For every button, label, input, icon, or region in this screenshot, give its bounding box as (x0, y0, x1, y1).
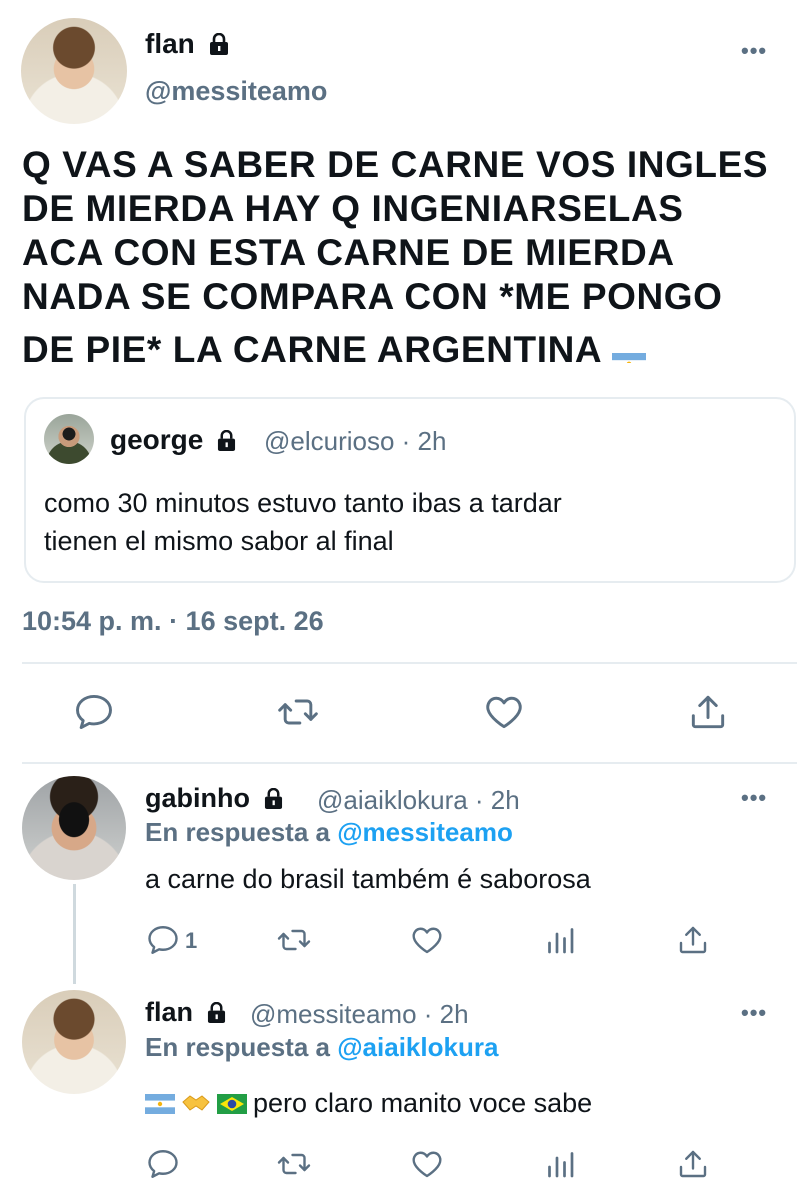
reply-author-avatar[interactable] (22, 990, 126, 1094)
author-name-text: flan (145, 28, 195, 59)
reply-context-prefix: En respuesta a (145, 1032, 338, 1062)
reply-text: pero claro manito voce sabe (145, 1088, 592, 1119)
quote-text: como 30 minutos estuvo tanto ibas a tard… (44, 484, 784, 560)
reply-icon[interactable] (72, 690, 116, 734)
reply-count: 1 (185, 928, 198, 953)
lock-icon (217, 426, 236, 458)
reply-text-content: pero claro manito voce sabe (253, 1088, 593, 1118)
reply-mention-link[interactable]: @aiaiklokura (337, 1032, 498, 1062)
reply-author-name[interactable]: flan (145, 997, 226, 1030)
heart-icon[interactable] (409, 922, 445, 958)
reply-author-name-text: gabinho (145, 783, 250, 813)
quote-text-line: tienen el mismo sabor al final (44, 526, 394, 556)
lock-icon (207, 999, 226, 1030)
author-name[interactable]: flan (145, 28, 229, 62)
lock-icon (209, 30, 229, 62)
tweet-line-last: DE PIE* LA CARNE ARGENTINA (22, 328, 792, 372)
reply-context: En respuesta a @messiteamo (145, 817, 513, 848)
divider (22, 762, 797, 764)
reply-author-name-text: flan (145, 997, 194, 1027)
reply-context-prefix: En respuesta a (145, 817, 338, 847)
lock-icon (264, 785, 283, 816)
tweet-line: Q VAS A SABER DE CARNE VOS INGLES (22, 144, 769, 185)
share-icon[interactable] (686, 690, 730, 734)
reply-meta: @messiteamo · 2h (250, 999, 469, 1029)
quote-meta: @elcurioso · 2h (264, 426, 447, 456)
share-icon[interactable] (675, 922, 711, 958)
more-options-icon[interactable]: ••• (741, 38, 767, 64)
heart-icon[interactable] (482, 690, 526, 734)
reply-author-avatar[interactable] (22, 776, 126, 880)
share-icon[interactable] (675, 1146, 711, 1182)
more-options-icon[interactable]: ••• (741, 1000, 767, 1026)
reply-icon[interactable] (145, 922, 185, 958)
reply-meta: @aiaiklokura · 2h (317, 785, 520, 815)
tweet-line: NADA SE COMPARA CON *ME PONGO (22, 276, 723, 317)
thread-connector (73, 884, 76, 984)
tweet-text: Q VAS A SABER DE CARNE VOS INGLES DE MIE… (22, 143, 792, 372)
reply-text: a carne do brasil também é saborosa (145, 864, 591, 894)
tweet-line: ACA CON ESTA CARNE DE MIERDA (22, 232, 675, 273)
analytics-icon[interactable] (542, 1146, 578, 1182)
quote-author-avatar (44, 414, 94, 464)
argentina-flag-icon (145, 1090, 175, 1114)
quote-text-line: como 30 minutos estuvo tanto ibas a tard… (44, 488, 562, 518)
tweet-timestamp[interactable]: 10:54 p. m. · 16 sept. 26 (22, 606, 324, 637)
argentina-flag-icon (611, 341, 646, 363)
brazil-flag-icon (217, 1090, 247, 1114)
divider (22, 662, 797, 664)
tweet-line: DE MIERDA HAY Q INGENIARSELAS (22, 188, 684, 229)
quote-author-name: george (110, 424, 236, 458)
handshake-icon (181, 1090, 211, 1112)
reply-author-name[interactable]: gabinho (145, 783, 283, 816)
author-avatar[interactable] (21, 18, 127, 124)
retweet-icon[interactable] (276, 690, 320, 734)
reply-mention-link[interactable]: @messiteamo (337, 817, 513, 847)
more-options-icon[interactable]: ••• (741, 785, 767, 811)
retweet-icon[interactable] (276, 1146, 312, 1182)
reply-context: En respuesta a @aiaiklokura (145, 1032, 498, 1063)
retweet-icon[interactable] (276, 922, 312, 958)
reply-icon[interactable] (145, 1146, 181, 1182)
heart-icon[interactable] (409, 1146, 445, 1182)
analytics-icon[interactable] (542, 922, 578, 958)
author-handle[interactable]: @messiteamo (145, 76, 327, 107)
tweet-line-text: DE PIE* LA CARNE ARGENTINA (22, 329, 601, 370)
quote-author-name-text: george (110, 424, 204, 455)
